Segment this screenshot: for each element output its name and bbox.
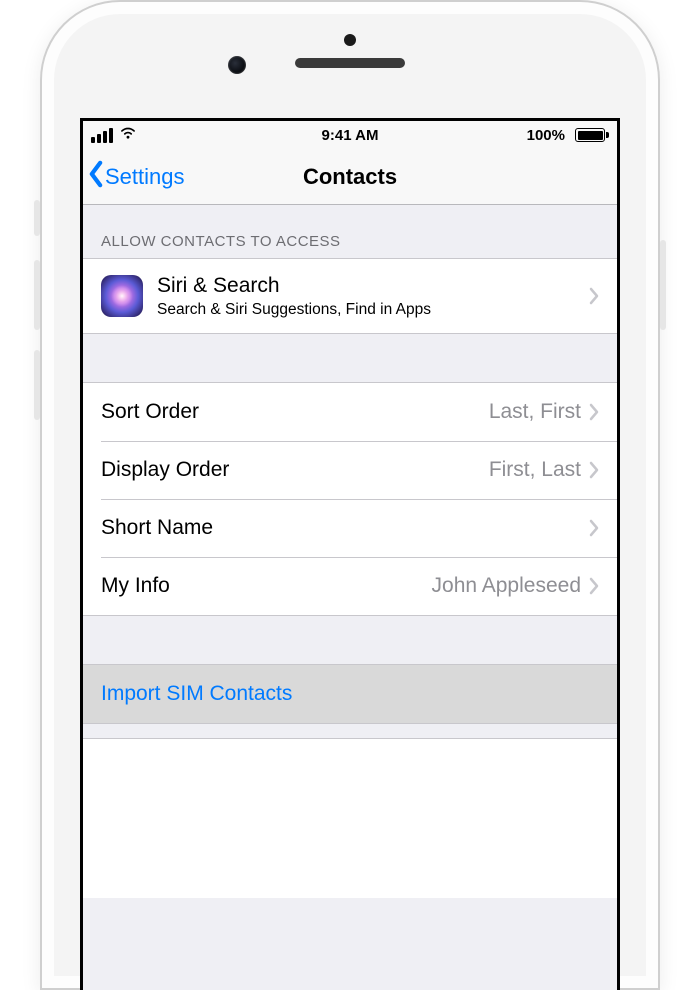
back-label: Settings xyxy=(105,164,185,190)
row-display-order[interactable]: Display Order First, Last xyxy=(83,441,617,499)
back-button[interactable]: Settings xyxy=(83,160,185,194)
screen: 9:41 AM 100% Settings Contacts Allow Con… xyxy=(80,118,620,990)
row-siri-search[interactable]: Siri & Search Search & Siri Suggestions,… xyxy=(83,259,617,333)
front-camera xyxy=(228,56,246,74)
phone-frame: 9:41 AM 100% Settings Contacts Allow Con… xyxy=(40,0,660,990)
action-label: Import SIM Contacts xyxy=(101,682,292,706)
siri-subtitle: Search & Siri Suggestions, Find in Apps xyxy=(157,300,431,319)
navigation-bar: Settings Contacts xyxy=(83,149,617,205)
page-title: Contacts xyxy=(303,164,397,190)
battery-icon xyxy=(571,128,609,142)
row-sort-order[interactable]: Sort Order Last, First xyxy=(83,383,617,441)
earpiece-speaker xyxy=(295,58,405,68)
blank-area xyxy=(83,738,617,898)
row-label: Sort Order xyxy=(101,400,199,424)
row-value: John Appleseed xyxy=(432,574,589,598)
wifi-icon xyxy=(119,126,137,144)
battery-percentage: 100% xyxy=(527,127,565,144)
chevron-left-icon xyxy=(87,160,105,194)
chevron-right-icon xyxy=(589,403,599,421)
proximity-sensor xyxy=(344,34,356,46)
row-label: Short Name xyxy=(101,516,213,540)
mute-switch xyxy=(34,200,40,236)
row-value: Last, First xyxy=(489,400,589,424)
status-bar: 9:41 AM 100% xyxy=(83,121,617,149)
siri-icon xyxy=(101,275,143,317)
settings-list: Allow Contacts to Access Siri & Search S… xyxy=(83,205,617,898)
status-time: 9:41 AM xyxy=(322,127,379,144)
siri-title: Siri & Search xyxy=(157,273,431,298)
volume-up-button xyxy=(34,260,40,330)
row-short-name[interactable]: Short Name xyxy=(83,499,617,557)
volume-down-button xyxy=(34,350,40,420)
row-my-info[interactable]: My Info John Appleseed xyxy=(83,557,617,615)
row-label: Display Order xyxy=(101,458,229,482)
row-value: First, Last xyxy=(489,458,589,482)
cellular-signal-icon xyxy=(91,128,113,143)
chevron-right-icon xyxy=(589,577,599,595)
row-import-sim-contacts[interactable]: Import SIM Contacts xyxy=(83,665,617,723)
section-header-access: Allow Contacts to Access xyxy=(83,205,617,258)
power-button xyxy=(660,240,666,330)
chevron-right-icon xyxy=(589,519,599,537)
chevron-right-icon xyxy=(589,287,599,305)
chevron-right-icon xyxy=(589,461,599,479)
row-label: My Info xyxy=(101,574,170,598)
